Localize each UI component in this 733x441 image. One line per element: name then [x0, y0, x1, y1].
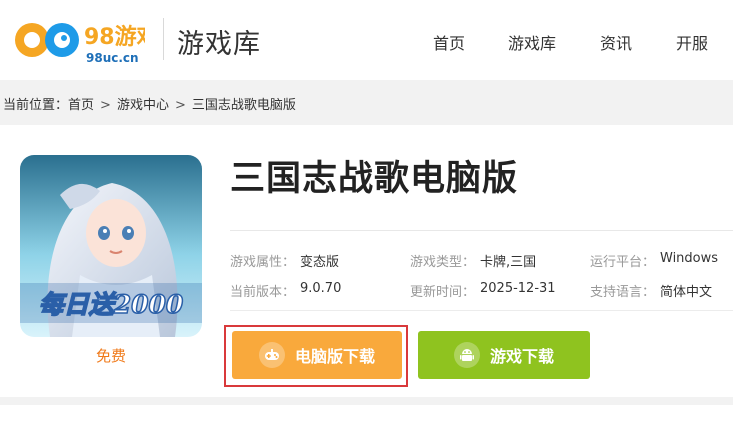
- info-value-language: 简体中文: [660, 285, 713, 300]
- breadcrumb: 当前位置：首页 > 游戏中心 > 三国志战歌电脑版: [3, 94, 296, 113]
- nav-item-game-library[interactable]: 游戏库: [508, 30, 556, 54]
- site-logo[interactable]: 98游戏 98uc.cn: [10, 10, 159, 68]
- info-value-update-time: 2025-12-31: [480, 281, 556, 296]
- info-label-type: 游戏类型：: [410, 255, 476, 270]
- game-icon[interactable]: 每日送2000: [20, 155, 202, 337]
- info-value-attribute: 变态版: [300, 255, 340, 270]
- logo-domain: 98uc.cn: [86, 51, 139, 65]
- breadcrumb-separator: >: [100, 98, 111, 113]
- info-value-type: 卡牌,三国: [480, 255, 537, 270]
- info-label-update-time: 更新时间：: [410, 285, 476, 300]
- breadcrumb-prefix: 当前位置：: [3, 98, 69, 113]
- game-title: 三国志战歌电脑版: [230, 159, 519, 199]
- info-label-platform: 运行平台：: [590, 255, 656, 270]
- nav-item-servers[interactable]: 开服: [676, 30, 708, 54]
- section-title: 游戏库: [177, 29, 261, 60]
- logo-divider: [163, 18, 164, 60]
- info-label-language: 支持语言：: [590, 285, 656, 300]
- info-value-platform: Windows: [660, 251, 719, 266]
- nav-item-home[interactable]: 首页: [433, 30, 465, 54]
- lower-section: [0, 405, 733, 441]
- info-divider-bottom: [230, 310, 733, 311]
- breadcrumb-game-center[interactable]: 游戏中心: [117, 98, 169, 113]
- info-label-version: 当前版本：: [230, 285, 296, 300]
- info-divider: [230, 230, 733, 231]
- game-download-button[interactable]: 游戏下载: [418, 331, 590, 379]
- info-label-attribute: 游戏属性：: [230, 255, 296, 270]
- logo-text: 98游戏: [84, 24, 145, 50]
- breadcrumb-home[interactable]: 首页: [68, 98, 94, 113]
- highlight-box: [224, 325, 408, 387]
- nav-item-news[interactable]: 资讯: [600, 30, 632, 54]
- site-header: 98游戏 98uc.cn 游戏库 首页 游戏库 资讯 开服: [0, 0, 733, 80]
- info-value-version: 9.0.70: [300, 281, 342, 296]
- game-download-label: 游戏下载: [489, 347, 554, 366]
- breadcrumb-current[interactable]: 三国志战歌电脑版: [192, 98, 296, 113]
- icon-caption: 每日送2000: [39, 290, 184, 319]
- breadcrumb-separator: >: [174, 98, 186, 113]
- android-icon: [453, 342, 480, 368]
- price-label: 免费: [95, 347, 126, 365]
